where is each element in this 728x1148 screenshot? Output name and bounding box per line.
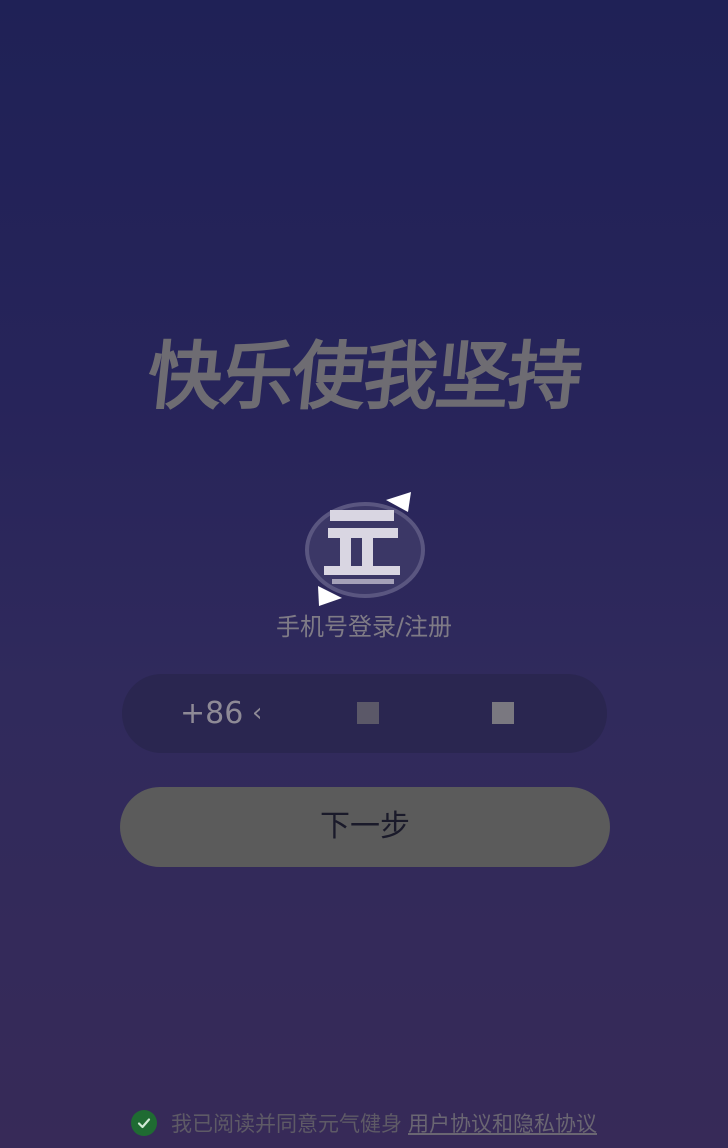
login-caption: 手机号登录/注册 bbox=[275, 613, 453, 641]
masked-digit-block bbox=[357, 702, 379, 724]
chevron-icon: ‹ bbox=[252, 698, 263, 728]
next-button[interactable]: 下一步 bbox=[120, 787, 610, 867]
agreement-row: 我已阅读并同意元气健身 用户协议和隐私协议 bbox=[0, 1106, 728, 1140]
phone-field[interactable]: +86 ‹ bbox=[122, 674, 607, 753]
app-slogan: 快乐使我坚持 bbox=[143, 334, 585, 420]
phone-input[interactable] bbox=[272, 688, 576, 740]
app-logo-icon bbox=[300, 488, 430, 610]
agreement-text: 我已阅读并同意元气健身 bbox=[171, 1112, 402, 1136]
masked-digit-block bbox=[492, 702, 514, 724]
check-circle-icon[interactable] bbox=[131, 1110, 157, 1136]
country-code[interactable]: +86 bbox=[180, 674, 243, 753]
yuanqi-logo-icon bbox=[305, 492, 425, 606]
agreement-link[interactable]: 用户协议和隐私协议 bbox=[408, 1108, 597, 1138]
